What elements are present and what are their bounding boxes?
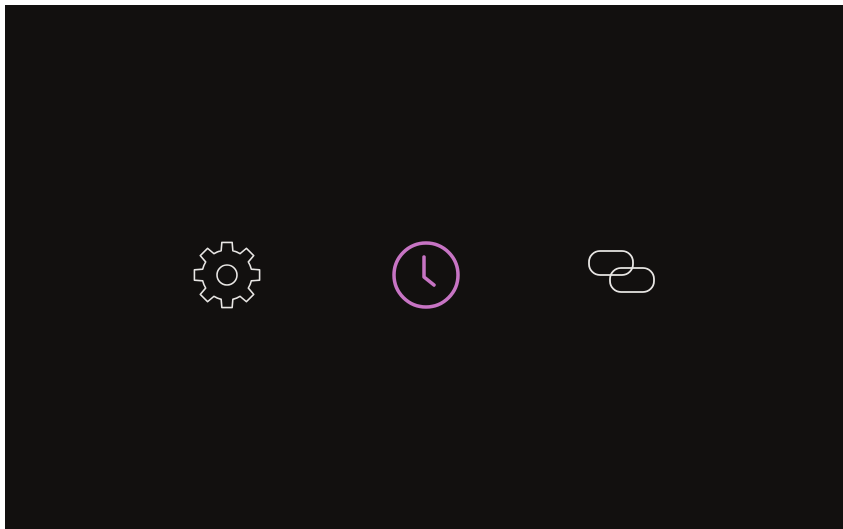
settings-button[interactable] (187, 235, 267, 315)
menu-screen (5, 5, 843, 529)
clock-button[interactable] (383, 235, 469, 315)
gear-icon (193, 241, 261, 309)
clock-icon (392, 241, 460, 309)
link-icon (588, 250, 655, 293)
link-button[interactable] (581, 241, 665, 309)
